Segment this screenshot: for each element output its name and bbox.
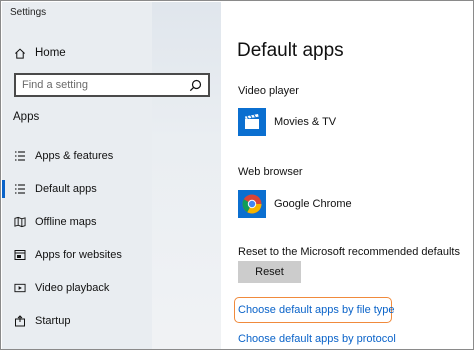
sidebar-item-apps-features[interactable]: Apps & features [2,145,221,167]
choose-by-file-type-link[interactable]: Choose default apps by file type [238,304,395,316]
sidebar-item-label: Video playback [35,282,110,294]
video-player-heading: Video player [238,85,299,97]
startup-icon [14,315,26,327]
settings-window: Settings Home Find a setting Apps Apps &… [0,0,474,350]
sidebar-item-home[interactable]: Home [2,42,221,64]
sidebar-item-label: Offline maps [35,216,97,228]
reset-button[interactable]: Reset [238,261,301,283]
list-icon [14,150,26,162]
chrome-icon [238,190,266,218]
sidebar-item-apps-for-websites[interactable]: Apps for websites [2,244,221,266]
web-browser-app-button[interactable]: Google Chrome [238,190,352,218]
default-apps-icon [14,183,26,195]
section-label-apps: Apps [13,111,40,123]
search-placeholder: Find a setting [22,79,89,91]
sidebar-item-startup[interactable]: Startup [2,310,221,332]
main-content: Default apps Video player Movies & TV We… [221,2,473,349]
video-player-app-button[interactable]: Movies & TV [238,108,336,136]
sidebar: Settings Home Find a setting Apps Apps &… [2,2,221,349]
page-title: Default apps [237,40,344,61]
sidebar-item-default-apps[interactable]: Default apps [2,178,221,200]
movies-tv-icon [238,108,266,136]
websites-icon [14,249,26,261]
video-icon [14,282,26,294]
search-icon[interactable] [189,79,202,92]
web-browser-heading: Web browser [238,166,303,178]
search-input[interactable]: Find a setting [14,73,210,97]
sidebar-item-label: Apps for websites [35,249,122,261]
home-label: Home [35,47,66,59]
web-browser-app-name: Google Chrome [274,198,352,210]
map-icon [14,216,26,228]
window-title: Settings [10,7,47,18]
reset-text: Reset to the Microsoft recommended defau… [238,246,460,258]
sidebar-item-video-playback[interactable]: Video playback [2,277,221,299]
sidebar-item-label: Startup [35,315,71,327]
sidebar-item-label: Default apps [35,183,97,195]
choose-by-protocol-link[interactable]: Choose default apps by protocol [238,333,396,345]
video-player-app-name: Movies & TV [274,116,337,128]
home-icon [14,47,26,59]
sidebar-item-offline-maps[interactable]: Offline maps [2,211,221,233]
sidebar-item-label: Apps & features [35,150,114,162]
